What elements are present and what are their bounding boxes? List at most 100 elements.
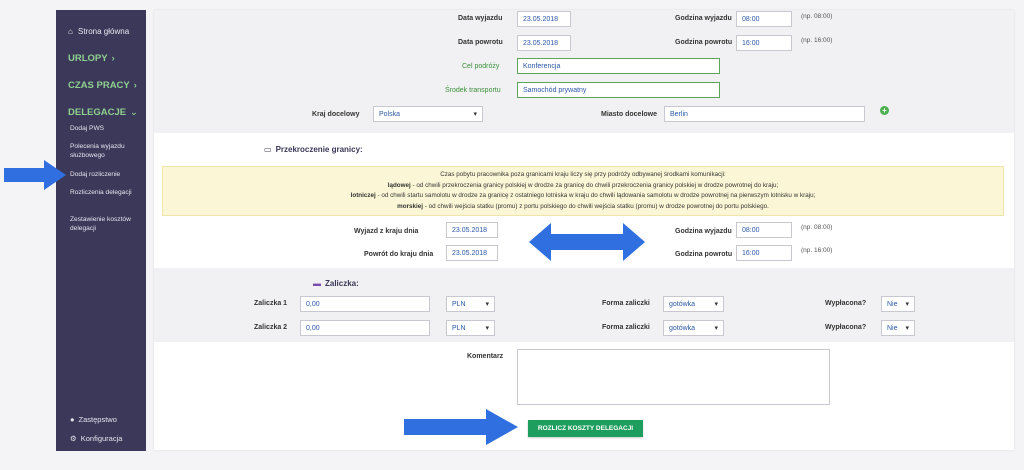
data-wyjazdu-label: Data wyjazdu — [458, 15, 503, 22]
wyjazd-label: Wyjazd z kraju dnia — [354, 228, 419, 235]
chevron-right-icon: › — [111, 53, 115, 63]
sidebar-item-polecenia[interactable]: Polecenia wyjazdu służbowego — [70, 142, 142, 160]
map-icon: ▭ — [264, 145, 272, 154]
zaliczka-1-amount[interactable]: 0,00 — [300, 296, 430, 312]
border-section-title: ▭ Przekroczenie granicy: — [264, 145, 363, 154]
zaliczka-2-wyplacona-value: Nie — [887, 325, 898, 332]
border-godzina-wyjazdu-label: Godzina wyjazdu — [675, 228, 732, 235]
nav-home[interactable]: ⌂ Strona główna — [68, 27, 129, 36]
miasto-label: Miasto docelowe — [601, 111, 658, 118]
arrow-right-icon — [404, 409, 518, 445]
godzina-powrotu-input[interactable]: 16:00 — [736, 35, 792, 51]
nav-czas-pracy[interactable]: CZAS PRACY › — [68, 80, 137, 91]
zaliczka-2-wyplacona-label: Wypłacona? — [825, 324, 867, 331]
zaliczka-2-wyplacona[interactable]: Nie ▾ — [881, 320, 915, 336]
card-icon: ▬ — [313, 279, 321, 288]
nav-home-label: Strona główna — [78, 27, 130, 36]
info-line-1: Czas pobytu pracownika poza granicami kr… — [440, 171, 726, 178]
wyjazd-input[interactable]: 23.05.2018 — [446, 222, 498, 238]
zaliczka-1-currency-value: PLN — [452, 301, 466, 308]
cel-label: Cel podróży — [462, 63, 500, 70]
arrow-right-icon — [4, 160, 66, 190]
zaliczka-2-currency-value: PLN — [452, 325, 466, 332]
komentarz-textarea[interactable] — [517, 349, 830, 405]
gear-icon: ⚙ — [70, 434, 77, 443]
komentarz-label: Komentarz — [467, 353, 504, 360]
border-info-box: Czas pobytu pracownika poza granicami kr… — [162, 166, 1004, 216]
chevron-right-icon: › — [133, 80, 137, 90]
caret-down-icon: ▾ — [905, 325, 909, 332]
cel-input[interactable]: Konferencja — [517, 58, 720, 74]
srodek-label: Środek transportu — [445, 87, 501, 94]
nav-konfiguracja-label: Konfiguracja — [80, 434, 123, 443]
nav-urlopy-label: URLOPY — [68, 53, 108, 64]
caret-down-icon: ▾ — [905, 301, 909, 308]
godzina-powrotu-label: Godzina powrotu — [675, 39, 733, 46]
nav-zastepstwo-label: Zastępstwo — [78, 415, 117, 424]
info-line-2: lądowej - od chwili przekroczenia granic… — [163, 181, 1003, 192]
zaliczka-1-currency[interactable]: PLN ▾ — [446, 296, 495, 312]
add-destination-button[interactable]: + — [880, 106, 889, 115]
info-l3-text: - od chwili startu samolotu w drodze za … — [375, 192, 816, 199]
info-line-4: morskiej - od chwili wejścia statku (pro… — [163, 202, 1003, 213]
kraj-value: Polska — [379, 111, 401, 118]
zaliczka-1-wyplacona-label: Wypłacona? — [825, 300, 867, 307]
sidebar-item-dodaj-pws[interactable]: Dodaj PWS — [70, 124, 142, 133]
data-wyjazdu-input[interactable]: 23.05.2018 — [517, 11, 571, 27]
nav-delegacje-label: DELEGACJE — [68, 107, 127, 118]
info-l4-bold: morskiej — [397, 202, 424, 210]
double-arrow-icon — [529, 223, 645, 261]
data-powrotu-label: Data powrotu — [458, 39, 503, 46]
nav-konfiguracja[interactable]: ⚙ Konfiguracja — [70, 434, 122, 443]
info-line-3: lotniczej - od chwili startu samolotu w … — [163, 191, 1003, 202]
border-godzina-wyjazdu-input[interactable]: 08:00 — [736, 222, 792, 238]
user-icon: ● — [70, 415, 75, 424]
godzina-wyjazdu-label: Godzina wyjazdu — [675, 15, 732, 22]
zaliczka-1-wyplacona-value: Nie — [887, 301, 898, 308]
zaliczka-2-forma[interactable]: gotówka ▾ — [663, 320, 724, 336]
data-powrotu-input[interactable]: 23.05.2018 — [517, 35, 571, 51]
caret-down-icon: ▾ — [473, 111, 477, 118]
border-godzina-powrotu-input[interactable]: 16:00 — [736, 245, 792, 261]
caret-down-icon: ▾ — [714, 325, 718, 332]
zaliczka-2-label: Zaliczka 2 — [254, 324, 288, 331]
caret-down-icon: ▾ — [714, 301, 718, 308]
nav-zastepstwo[interactable]: ● Zastępstwo — [70, 415, 117, 424]
sidebar-item-dodaj-rozliczenie[interactable]: Dodaj rozliczenie — [70, 170, 142, 179]
info-l2-bold: lądowej — [387, 181, 411, 189]
zaliczka-1-label: Zaliczka 1 — [254, 300, 288, 307]
nav-delegacje[interactable]: DELEGACJE ⌄ — [68, 107, 138, 118]
zaliczka-1-wyplacona[interactable]: Nie ▾ — [881, 296, 915, 312]
border-title-text: Przekroczenie granicy: — [275, 145, 363, 154]
powrot-input[interactable]: 23.05.2018 — [446, 245, 498, 261]
caret-down-icon: ▾ — [485, 301, 489, 308]
advance-section-title: ▬ Zaliczka: — [313, 279, 359, 288]
zaliczka-2-amount[interactable]: 0,00 — [300, 320, 430, 336]
zaliczka-2-currency[interactable]: PLN ▾ — [446, 320, 495, 336]
kraj-select[interactable]: Polska ▾ — [373, 106, 483, 122]
chevron-down-icon: ⌄ — [130, 107, 138, 117]
submit-settlement-button[interactable]: ROZLICZ KOSZTY DELEGACJI — [528, 420, 643, 437]
zaliczka-1-forma-label: Forma zaliczki — [602, 300, 650, 307]
godzina-powrotu-hint: (np. 16:00) — [801, 37, 833, 44]
zaliczka-2-forma-value: gotówka — [669, 325, 696, 332]
home-icon: ⌂ — [68, 27, 73, 36]
zaliczka-1-forma-value: gotówka — [669, 301, 696, 308]
advance-title-text: Zaliczka: — [325, 279, 359, 288]
info-l4-text: - od chwili wejścia statku (promu) z por… — [423, 202, 769, 210]
godzina-wyjazdu-hint: (np. 08:00) — [801, 13, 833, 20]
nav-urlopy[interactable]: URLOPY › — [68, 53, 115, 64]
zaliczka-1-forma[interactable]: gotówka ▾ — [663, 296, 724, 312]
zaliczka-2-forma-label: Forma zaliczki — [602, 324, 650, 331]
powrot-label: Powrót do kraju dnia — [364, 251, 434, 258]
sidebar: ⌂ Strona główna URLOPY › CZAS PRACY › DELEG… — [56, 10, 146, 451]
sidebar-item-rozliczenia[interactable]: Rozliczenia delegacji — [70, 188, 142, 197]
kraj-label: Kraj docelowy — [312, 111, 360, 118]
miasto-input[interactable]: Berlin — [664, 106, 865, 122]
info-l3-bold: lotniczej — [350, 192, 376, 199]
sidebar-item-zestawienie[interactable]: Zestawienie kosztów delegacji — [70, 215, 142, 233]
godzina-wyjazdu-input[interactable]: 08:00 — [736, 11, 792, 27]
caret-down-icon: ▾ — [485, 325, 489, 332]
border-godzina-powrotu-hint: (np. 16:00) — [801, 247, 833, 254]
srodek-input[interactable]: Samochód prywatny — [517, 82, 720, 98]
